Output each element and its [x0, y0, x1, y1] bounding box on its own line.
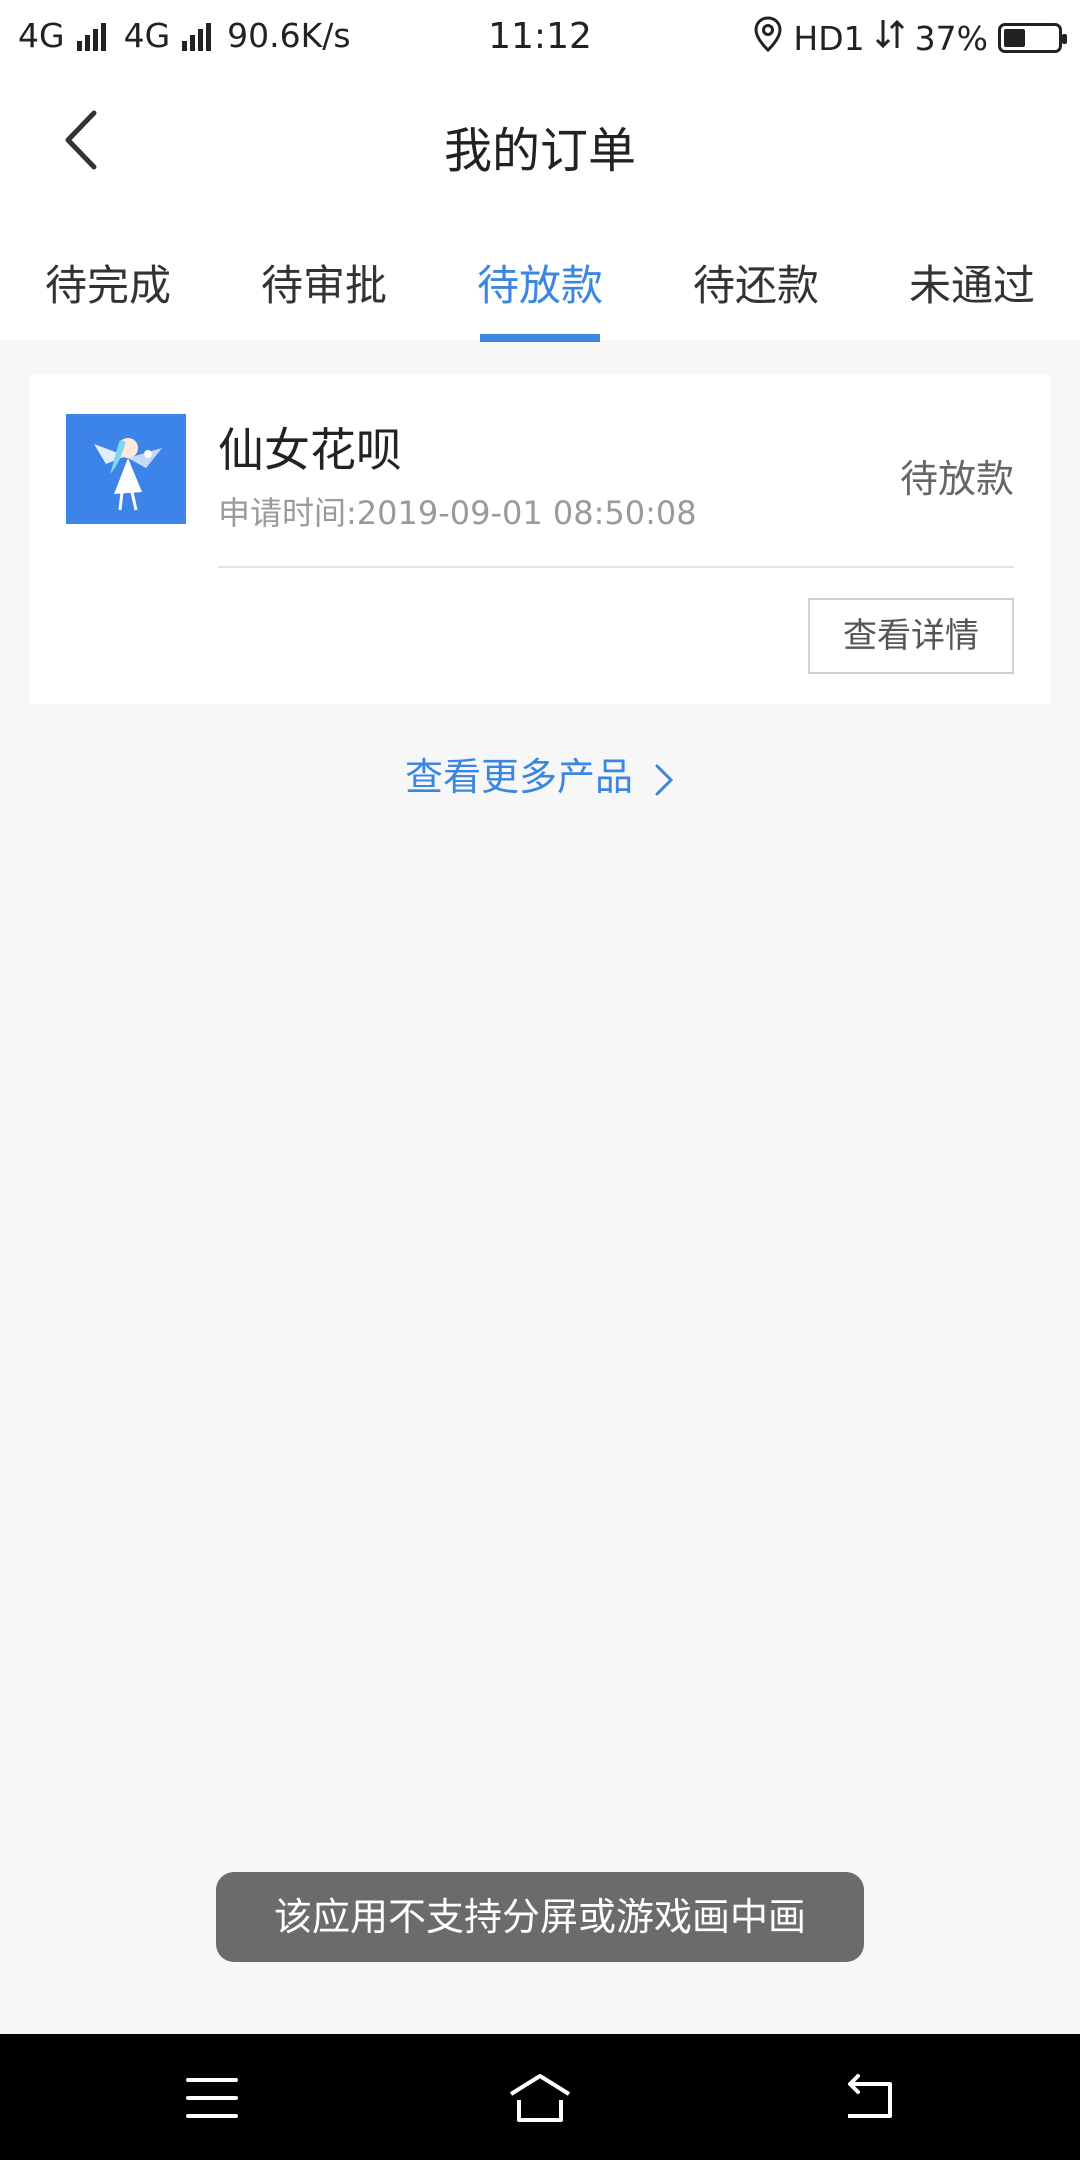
- tab-pending-repayment[interactable]: 待还款: [648, 252, 864, 313]
- apply-time: 申请时间:2019-09-01 08:50:08: [218, 494, 697, 532]
- status-bar: 4G 4G 90.6K/s 11:12 HD1 37%: [0, 0, 1080, 75]
- location-icon: [753, 16, 783, 60]
- system-nav-bar: [0, 2034, 1080, 2160]
- order-tabs: 待完成 待审批 待放款 待还款 未通过: [0, 210, 1080, 342]
- product-logo: [66, 414, 186, 524]
- data-transfer-icon: [875, 16, 905, 60]
- tab-pending-complete[interactable]: 待完成: [0, 252, 216, 313]
- battery-percent: 37%: [914, 18, 988, 58]
- home-button[interactable]: [505, 2070, 575, 2126]
- menu-icon: [186, 2078, 238, 2118]
- hd-label: HD1: [793, 18, 865, 58]
- page-title: 我的订单: [443, 123, 636, 179]
- tab-pending-approval[interactable]: 待审批: [216, 252, 432, 313]
- chevron-right-icon: [655, 764, 674, 795]
- order-card[interactable]: 仙女花呗 申请时间:2019-09-01 08:50:08 待放款 查看详情: [30, 374, 1050, 704]
- status-right: HD1 37%: [753, 16, 1067, 60]
- tab-pending-disbursement[interactable]: 待放款: [432, 252, 648, 313]
- tab-rejected[interactable]: 未通过: [864, 252, 1080, 313]
- active-tab-indicator: [480, 334, 600, 342]
- menu-button[interactable]: [182, 2070, 242, 2126]
- product-name: 仙女花呗: [218, 423, 402, 477]
- return-icon: [848, 2074, 892, 2118]
- card-divider: [218, 566, 1014, 568]
- more-products-label: 查看更多产品: [404, 755, 633, 799]
- order-status: 待放款: [899, 457, 1014, 501]
- home-icon: [509, 2074, 571, 2122]
- back-nav-button[interactable]: [838, 2070, 898, 2126]
- battery-icon: [998, 23, 1067, 53]
- fairy-logo-icon: [94, 438, 162, 511]
- title-bar: 我的订单: [0, 75, 1080, 210]
- more-products-link[interactable]: 查看更多产品: [0, 746, 1080, 801]
- view-details-button[interactable]: 查看详情: [808, 598, 1014, 674]
- toast-message: 该应用不支持分屏或游戏画中画: [216, 1872, 864, 1962]
